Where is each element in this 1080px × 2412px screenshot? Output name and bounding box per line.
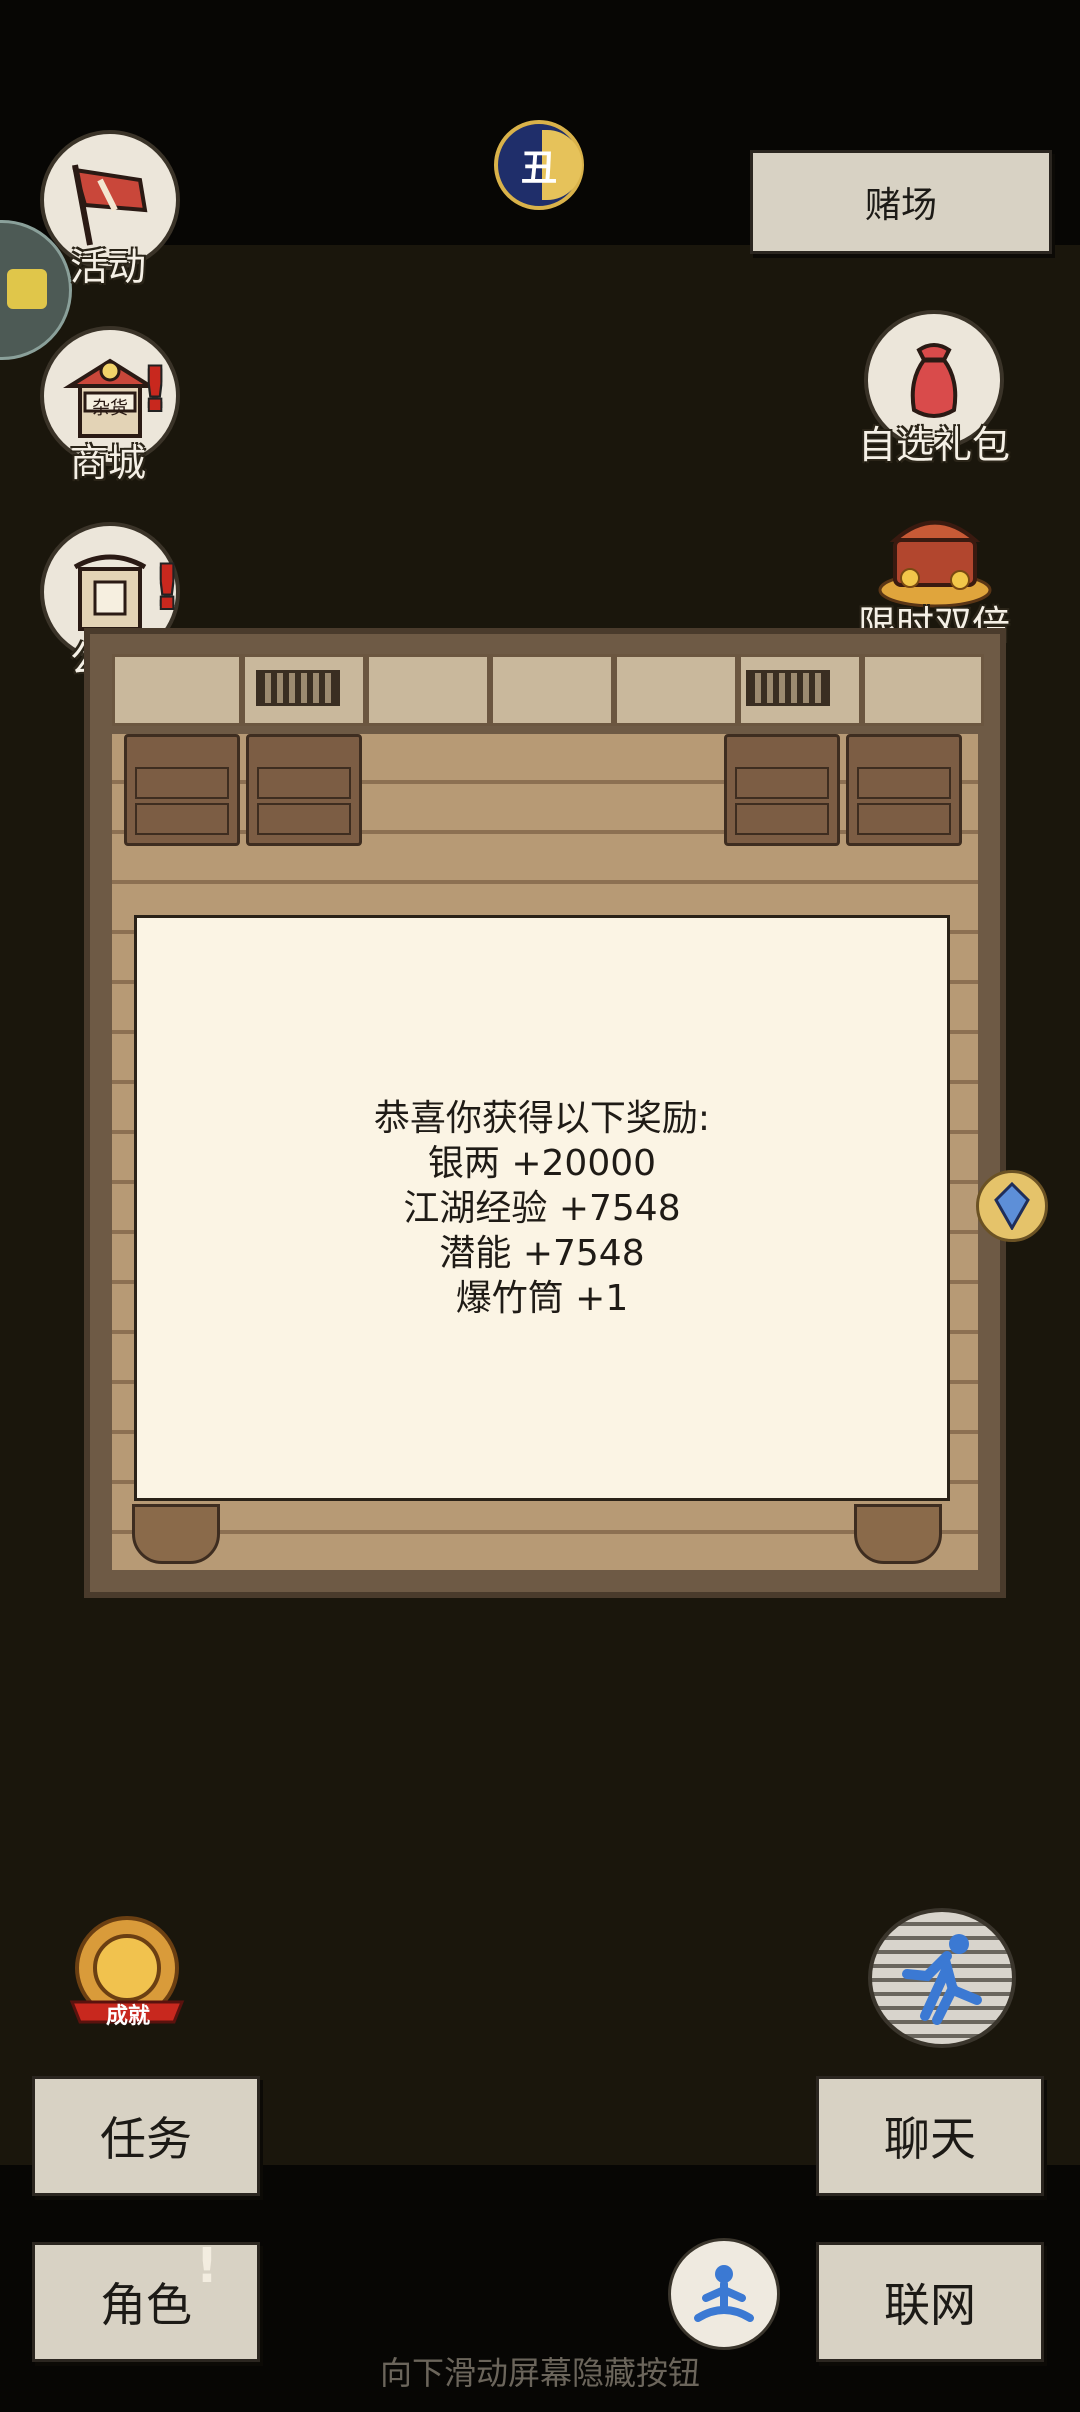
barrel[interactable] <box>132 1504 220 1564</box>
reward-title: 恭喜你获得以下奖励: <box>373 1097 711 1139</box>
diamond-icon <box>994 1182 1030 1230</box>
character-alert-icon: ! <box>196 2238 218 2294</box>
hide-buttons-hint: 向下滑动屏幕隐藏按钮 <box>379 2354 700 2392</box>
events-label: 活动 <box>70 245 147 289</box>
character-button[interactable]: 角色 <box>32 2242 260 2362</box>
side-diamond-button[interactable] <box>976 1170 1048 1242</box>
character-button-label: 角色 <box>100 2278 192 2332</box>
wall-vent <box>256 670 340 706</box>
achievement-button[interactable]: 成就 <box>62 1910 192 2040</box>
shop-sign-text: 杂货 <box>92 398 128 419</box>
reward-item: 银两 +20000 <box>427 1142 657 1184</box>
reward-item: 江湖经验 +7548 <box>403 1187 681 1229</box>
notice-alert-icon: ! <box>153 553 181 623</box>
chat-button[interactable]: 聊天 <box>816 2076 1044 2196</box>
gift-pack-label: 自选礼包 <box>858 423 1011 467</box>
drawer-cabinet[interactable] <box>124 734 240 846</box>
tasks-button-label: 任务 <box>100 2112 192 2166</box>
time-of-day-badge[interactable]: 丑 <box>494 120 584 210</box>
reward-item: 爆竹筒 +1 <box>455 1277 629 1319</box>
shop-label: 商城 <box>70 441 147 485</box>
treasure-chest-icon <box>878 520 992 608</box>
wall-panel <box>862 654 984 726</box>
reward-dialog[interactable]: 恭喜你获得以下奖励: 银两 +20000 江湖经验 +7548 潜能 +7548… <box>134 915 950 1501</box>
chat-button-label: 聊天 <box>884 2112 976 2166</box>
drawer-cabinet[interactable] <box>724 734 840 846</box>
shop-alert-icon: ! <box>141 355 169 425</box>
wall-panel <box>614 654 738 726</box>
reward-item: 潜能 +7548 <box>439 1232 645 1274</box>
runner-icon <box>902 1934 982 2025</box>
wall-panel <box>366 654 490 726</box>
meditation-icon <box>694 2265 754 2322</box>
tasks-button[interactable]: 任务 <box>32 2076 260 2196</box>
run-button[interactable] <box>868 1908 1016 2048</box>
casino-button-label: 赌场 <box>864 185 937 226</box>
time-badge-text: 丑 <box>520 148 557 189</box>
achievement-label: 成就 <box>106 2004 151 2029</box>
drawer-cabinet[interactable] <box>246 734 362 846</box>
network-button-label: 联网 <box>884 2278 976 2332</box>
double-time-button[interactable] <box>870 500 1000 610</box>
meditate-button[interactable] <box>668 2238 780 2350</box>
wall-vent <box>746 670 830 706</box>
banner-sword-icon <box>72 164 148 246</box>
barrel[interactable] <box>854 1504 942 1564</box>
assistant-icon <box>7 269 47 309</box>
casino-button[interactable]: 赌场 <box>750 150 1052 254</box>
gift-bag-icon <box>910 343 958 418</box>
wall-panel <box>112 654 242 726</box>
network-button[interactable]: 联网 <box>816 2242 1044 2362</box>
drawer-cabinet[interactable] <box>846 734 962 846</box>
wall-panel <box>490 654 614 726</box>
